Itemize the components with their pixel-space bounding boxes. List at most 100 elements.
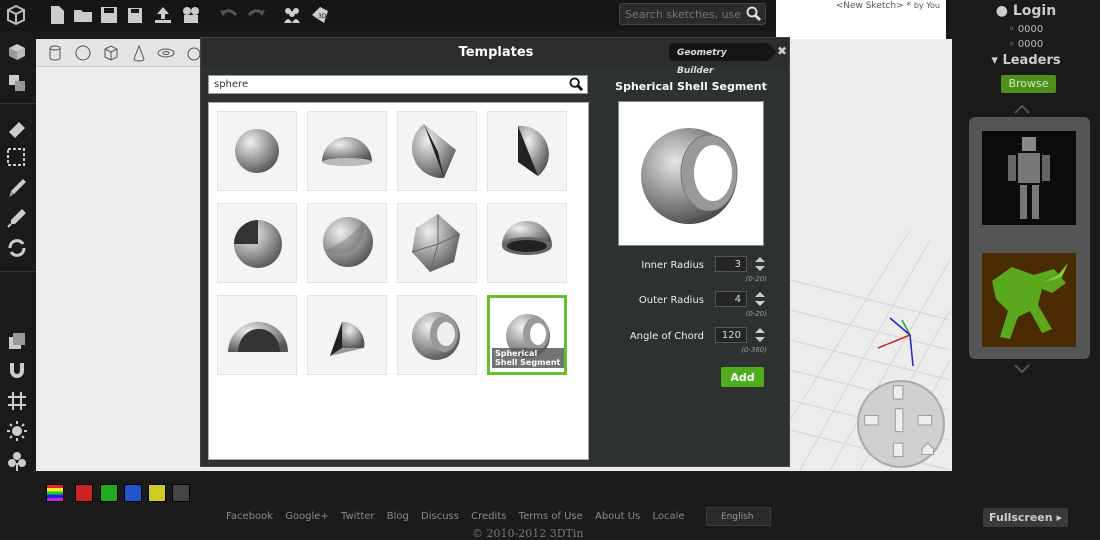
login-link[interactable]: ● Login [952, 3, 1100, 19]
color-spectrum-swatch[interactable] [46, 484, 64, 502]
redo-icon[interactable] [245, 4, 267, 26]
add-template-button[interactable]: Add [721, 367, 764, 387]
sphere-icon [235, 129, 279, 173]
template-tile-sphere-octant[interactable] [307, 295, 387, 375]
template-tile-sphere-cut[interactable] [307, 203, 387, 283]
chord-angle-input[interactable] [715, 327, 747, 343]
sphere-cut-quarter-icon [234, 220, 282, 268]
video-camera-icon[interactable] [180, 4, 202, 26]
template-search-input[interactable] [209, 76, 559, 93]
paint-brush-icon[interactable] [5, 176, 29, 200]
template-tile-spherical-shell-segment[interactable]: Spherical Shell Segment [487, 295, 567, 375]
light-sun-icon[interactable] [5, 419, 29, 443]
save-icon[interactable] [98, 4, 120, 26]
login-label[interactable]: Login [1013, 3, 1056, 19]
template-tile-sphere-slice[interactable] [487, 111, 567, 191]
footer-link-facebook[interactable]: Facebook [226, 511, 273, 522]
color-picker-icon[interactable] [5, 206, 29, 230]
locale-select[interactable]: English [706, 507, 771, 526]
color-swatch[interactable] [75, 484, 93, 502]
save-as-icon[interactable] [124, 4, 146, 26]
template-tile-sphere-cut-quarter[interactable] [217, 203, 297, 283]
outer-radius-stepper-icon[interactable] [752, 290, 768, 308]
footer-link-discuss[interactable]: Discuss [421, 511, 459, 522]
search-icon[interactable] [569, 77, 584, 92]
refresh-icon[interactable] [5, 236, 29, 260]
template-grid: Spherical Shell Segment [208, 102, 589, 460]
layers-icon[interactable] [5, 71, 29, 95]
cone-icon[interactable] [130, 44, 148, 62]
footer-link-googleplus[interactable]: Google+ [285, 511, 329, 522]
add-cubes-icon[interactable] [5, 40, 29, 64]
footer-link-about[interactable]: About Us [595, 511, 640, 522]
magnet-icon[interactable] [5, 359, 29, 383]
upload-icon[interactable] [152, 4, 174, 26]
color-swatch[interactable] [100, 484, 118, 502]
color-swatch[interactable] [172, 484, 190, 502]
templates-dialog: Templates Geometry Builder ✖ Spherical S… [200, 37, 790, 467]
fullscreen-button[interactable]: Fullscreen ▸ [983, 508, 1068, 527]
cylinder-icon[interactable] [46, 44, 64, 62]
template-tile-sphere[interactable] [217, 111, 297, 191]
leaders-link[interactable]: ▾ Leaders [952, 53, 1100, 68]
points-value: 0000 [1017, 24, 1044, 35]
copy-icon[interactable] [5, 329, 29, 353]
chevron-down-icon[interactable] [1014, 364, 1030, 374]
community-users-icon[interactable] [281, 4, 303, 26]
inner-radius-input[interactable] [715, 256, 747, 272]
hemispherical-shell-icon [228, 322, 288, 352]
footer-links: Facebook Google+ Twitter Blog Discuss Cr… [226, 511, 694, 524]
cube-icon[interactable] [102, 44, 120, 62]
left-tool-column [0, 31, 36, 471]
leaders-label[interactable]: Leaders [1002, 53, 1060, 68]
template-tile-sphere-polyhedron[interactable] [397, 203, 477, 283]
close-icon[interactable]: ✖ [777, 45, 789, 57]
eraser-icon[interactable] [5, 116, 29, 140]
svg-text:3D: 3D [318, 13, 327, 20]
template-tile-shell-segment-small[interactable] [397, 295, 477, 375]
camera-navigation-widget[interactable] [857, 380, 945, 468]
sphere-octant-icon [330, 321, 365, 356]
inner-radius-stepper-icon[interactable] [752, 255, 768, 273]
hemisphere-icon [322, 137, 372, 166]
sphere-slice-icon [518, 125, 549, 176]
tile-caption: Spherical Shell Segment [492, 348, 564, 368]
browse-button[interactable]: Browse [1001, 75, 1056, 93]
outer-radius-input[interactable] [715, 291, 747, 307]
footer-link-twitter[interactable]: Twitter [341, 511, 375, 522]
gallery-thumbnail[interactable] [982, 253, 1076, 347]
geometry-builder-button[interactable]: Geometry Builder [669, 43, 776, 76]
template-tile-hemispherical-shell[interactable] [217, 295, 297, 375]
footer-link-blog[interactable]: Blog [387, 511, 409, 522]
sketch-title-name[interactable]: <New Sketch> [836, 1, 904, 11]
logo-cube-icon[interactable] [5, 4, 27, 26]
search-icon[interactable] [746, 6, 762, 22]
template-tile-hemisphere[interactable] [307, 111, 387, 191]
footer-link-terms[interactable]: Terms of Use [519, 511, 583, 522]
new-file-icon[interactable] [46, 4, 68, 26]
color-swatch[interactable] [148, 484, 166, 502]
footer-link-credits[interactable]: Credits [471, 511, 506, 522]
template-tile-sphere-wedge[interactable] [397, 111, 477, 191]
points-row: ◦ 0000 [952, 39, 1100, 50]
club-shape-icon[interactable] [5, 449, 29, 473]
chevron-up-icon[interactable] [1014, 104, 1030, 114]
export-tag-icon[interactable]: 3D [309, 4, 331, 26]
open-folder-icon[interactable] [72, 4, 94, 26]
fullscreen-label: Fullscreen [989, 511, 1053, 524]
sphere-icon[interactable] [74, 44, 92, 62]
grid-icon[interactable] [5, 389, 29, 413]
gallery-thumbnail[interactable] [982, 131, 1076, 225]
undo-icon[interactable] [218, 4, 240, 26]
model-gallery [969, 117, 1090, 359]
color-swatch[interactable] [124, 484, 142, 502]
chord-angle-stepper-icon[interactable] [752, 326, 768, 344]
template-tile-hemispherical-bowl[interactable] [487, 203, 567, 283]
unsaved-marker: * [906, 1, 911, 11]
sketch-search-input[interactable] [620, 4, 744, 24]
creature-model-icon [992, 263, 1068, 339]
selection-box-icon[interactable] [5, 146, 29, 170]
sketch-author: by You [913, 1, 940, 10]
torus-icon[interactable] [157, 44, 175, 62]
points-row: ◦ 0000 [952, 24, 1100, 35]
